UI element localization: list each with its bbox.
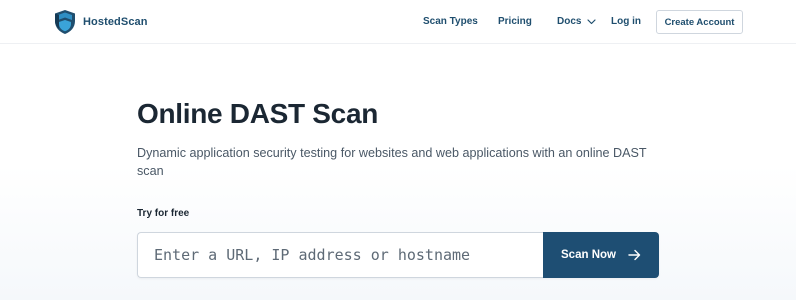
scan-now-button[interactable]: Scan Now	[543, 232, 659, 278]
brand-logo[interactable]: HostedScan	[53, 9, 148, 35]
nav-docs-label: Docs	[557, 16, 582, 27]
page-subtitle: Dynamic application security testing for…	[137, 146, 647, 178]
arrow-right-icon	[628, 249, 641, 261]
target-url-input[interactable]	[137, 232, 543, 278]
nav-docs-dropdown[interactable]: Docs	[557, 0, 597, 44]
scan-now-label: Scan Now	[561, 249, 616, 261]
site-header: HostedScan Scan Types Pricing Docs Log i…	[0, 0, 796, 44]
try-for-free-label: Try for free	[137, 208, 190, 219]
shield-logo-icon	[55, 10, 75, 34]
scan-form: Scan Now	[137, 232, 659, 278]
nav-scan-types[interactable]: Scan Types	[423, 0, 478, 44]
page-title: Online DAST Scan	[137, 98, 379, 129]
brand-name: HostedScan	[83, 16, 148, 28]
create-account-button[interactable]: Create Account	[656, 10, 743, 34]
nav-pricing[interactable]: Pricing	[498, 0, 532, 44]
chevron-down-icon	[587, 19, 597, 25]
nav-login[interactable]: Log in	[611, 0, 641, 44]
